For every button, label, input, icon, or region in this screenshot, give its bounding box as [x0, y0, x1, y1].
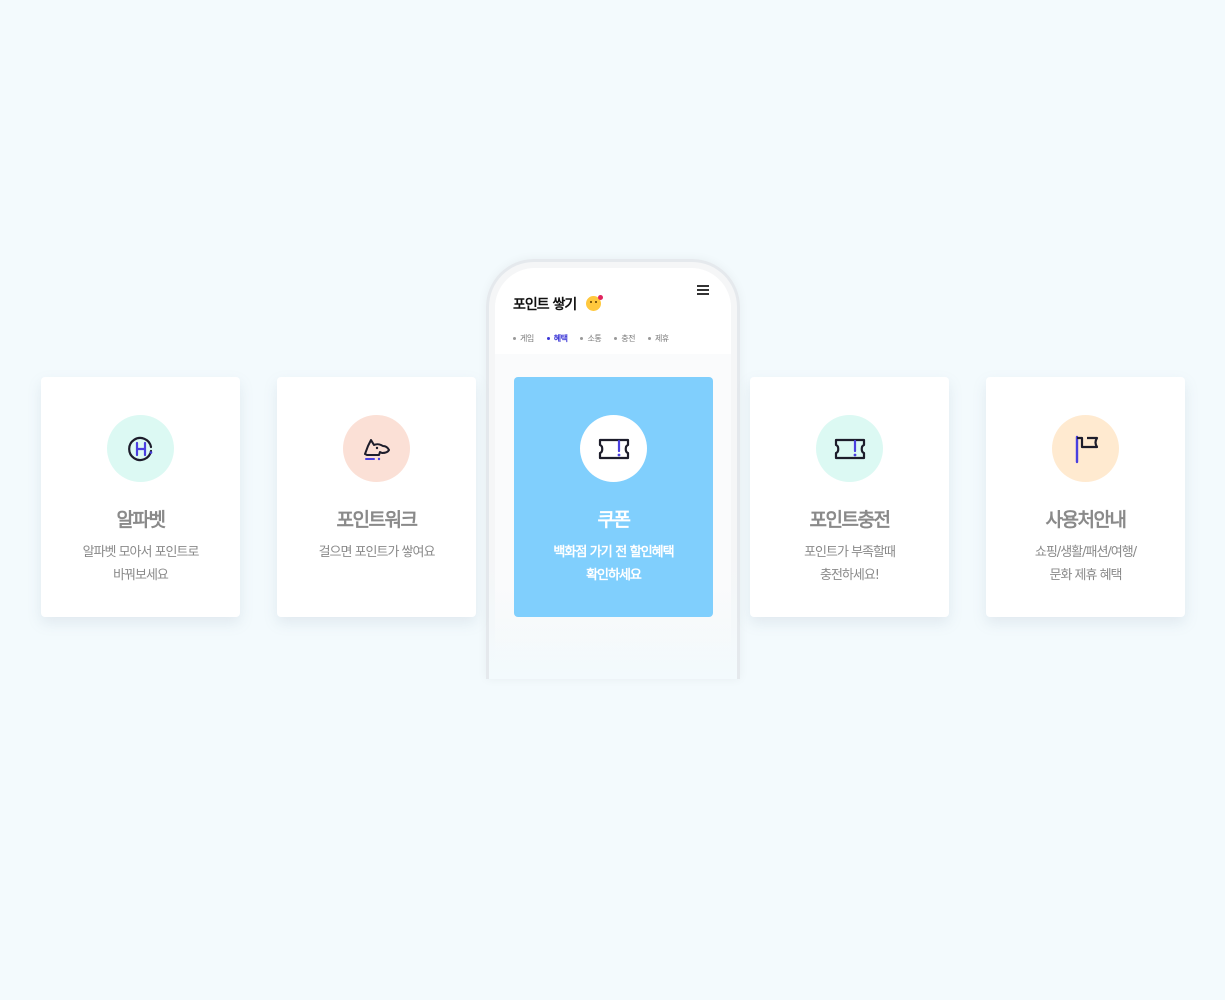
card-point-walk[interactable]: 포인트워크 걸으면 포인트가 쌓여요 [277, 377, 476, 617]
card-desc-line: 백화점 가기 전 할인혜택 [553, 545, 674, 560]
tab-communication[interactable]: 소통 [580, 333, 602, 344]
flag-icon [1052, 415, 1119, 482]
kissing-face-icon [586, 295, 603, 311]
card-description: 걸으면 포인트가 쌓여요 [277, 541, 476, 564]
tab-charge[interactable]: 충전 [614, 333, 635, 344]
card-title: 포인트워크 [336, 509, 418, 531]
card-alphabet[interactable]: 알파벳 알파벳 모아서 포인트로 바꿔보세요 [41, 377, 240, 617]
phone-tab-bar: 게임 혜택 소통 충전 제휴 [513, 333, 682, 344]
tab-game[interactable]: 게임 [513, 333, 534, 344]
card-description: 포인트가 부족할때 충전하세요! [750, 541, 949, 587]
card-title: 포인트충전 [809, 509, 891, 531]
charge-ticket-icon [816, 415, 883, 482]
card-coupon[interactable]: 쿠폰 백화점 가기 전 할인혜택 확인하세요 [514, 377, 713, 617]
card-desc-line: 문화 제휴 혜택 [1049, 568, 1122, 583]
tab-label: 충전 [621, 334, 635, 343]
card-desc-line: 충전하세요! [819, 568, 880, 583]
tab-label: 게임 [520, 334, 534, 343]
tab-partnership[interactable]: 제휴 [647, 333, 669, 344]
coupon-ticket-icon [580, 415, 647, 482]
alphabet-h-icon [107, 415, 174, 482]
phone-title: 포인트 쌓기 [513, 297, 577, 313]
tab-label: 혜택 [553, 334, 568, 343]
hamburger-menu-icon[interactable] [697, 285, 709, 295]
card-desc-line: 포인트가 부족할때 [804, 545, 896, 560]
card-title: 알파벳 [116, 509, 166, 531]
card-title: 사용처안내 [1045, 509, 1127, 531]
card-point-charge[interactable]: 포인트충전 포인트가 부족할때 충전하세요! [750, 377, 949, 617]
tab-benefit[interactable]: 혜택 [546, 333, 568, 344]
card-description: 백화점 가기 전 할인혜택 확인하세요 [514, 541, 713, 587]
card-description: 알파벳 모아서 포인트로 바꿔보세요 [41, 541, 240, 587]
tab-bullet [580, 337, 584, 340]
card-description: 쇼핑/생활/패션/여행/ 문화 제휴 혜택 [986, 541, 1185, 587]
tab-bullet [546, 337, 550, 340]
card-usage-guide[interactable]: 사용처안내 쇼핑/생활/패션/여행/ 문화 제휴 혜택 [986, 377, 1185, 617]
card-desc-line: 알파벳 모아서 포인트로 [82, 545, 200, 560]
tab-label: 제휴 [654, 334, 669, 343]
tab-bullet [614, 337, 618, 340]
tab-bullet [647, 337, 651, 340]
card-title: 쿠폰 [597, 509, 631, 531]
card-desc-line: 확인하세요 [586, 568, 642, 583]
card-desc-line: 바꿔보세요 [113, 568, 169, 583]
card-desc-line: 걸으면 포인트가 쌓여요 [318, 545, 436, 560]
tab-label: 소통 [587, 334, 602, 343]
card-desc-line: 쇼핑/생활/패션/여행/ [1034, 545, 1137, 560]
dog-walk-icon [343, 415, 410, 482]
tab-bullet [513, 337, 516, 340]
